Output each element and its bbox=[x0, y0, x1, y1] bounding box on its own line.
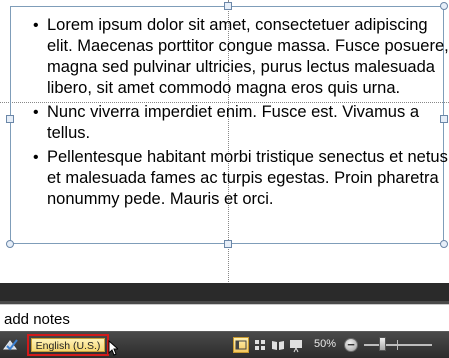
normal-view-icon bbox=[235, 340, 247, 350]
zoom-slider-thumb[interactable] bbox=[379, 337, 386, 351]
resize-handle-top[interactable] bbox=[224, 2, 232, 10]
resize-handle-bottom[interactable] bbox=[224, 240, 232, 248]
resize-handle-right[interactable] bbox=[440, 115, 448, 123]
bullet-item[interactable]: • Nunc viverra imperdiet enim. Fusce est… bbox=[33, 102, 449, 144]
normal-view-button[interactable] bbox=[233, 337, 249, 353]
content-placeholder[interactable]: • Lorem ipsum dolor sit amet, consectetu… bbox=[10, 6, 449, 244]
zoom-slider-center-mark bbox=[397, 340, 398, 350]
resize-handle-top-right[interactable] bbox=[440, 2, 448, 10]
bullet-item[interactable]: • Pellentesque habitant morbi tristique … bbox=[33, 147, 449, 210]
pane-splitter[interactable] bbox=[0, 283, 449, 301]
bullet-text[interactable]: Lorem ipsum dolor sit amet, consectetuer… bbox=[47, 16, 449, 97]
bullet-glyph: • bbox=[33, 104, 39, 121]
slide-canvas[interactable]: • Lorem ipsum dolor sit amet, consectetu… bbox=[0, 0, 449, 300]
zoom-slider-track[interactable] bbox=[364, 344, 432, 346]
resize-handle-bottom-right[interactable] bbox=[440, 240, 448, 248]
status-bar: English (U.S.) 50% − bbox=[0, 331, 449, 358]
reading-view-button[interactable] bbox=[270, 337, 286, 353]
minus-icon: − bbox=[347, 337, 355, 352]
zoom-level[interactable]: 50% bbox=[314, 338, 336, 350]
bullet-glyph: • bbox=[33, 149, 39, 166]
bullet-text[interactable]: Nunc viverra imperdiet enim. Fusce est. … bbox=[47, 103, 419, 142]
notes-placeholder[interactable]: add notes bbox=[4, 311, 70, 328]
notes-pane[interactable]: add notes bbox=[0, 304, 449, 331]
resize-handle-bottom-left[interactable] bbox=[6, 240, 14, 248]
reading-view-icon bbox=[272, 341, 284, 350]
bullet-text[interactable]: Pellentesque habitant morbi tristique se… bbox=[47, 148, 448, 208]
resize-handle-left[interactable] bbox=[6, 115, 14, 123]
slide-show-icon bbox=[290, 340, 302, 353]
bullet-list[interactable]: • Lorem ipsum dolor sit amet, consectetu… bbox=[33, 15, 449, 213]
zoom-out-button[interactable]: − bbox=[344, 338, 358, 352]
slide-show-view-button[interactable] bbox=[288, 337, 304, 353]
bullet-item[interactable]: • Lorem ipsum dolor sit amet, consectetu… bbox=[33, 15, 449, 99]
slide-sorter-icon bbox=[255, 340, 265, 350]
bullet-glyph: • bbox=[33, 17, 39, 34]
language-indicator[interactable]: English (U.S.) bbox=[27, 334, 109, 356]
spell-check-icon[interactable] bbox=[2, 337, 20, 358]
slide-sorter-view-button[interactable] bbox=[252, 337, 268, 353]
mouse-cursor-icon bbox=[108, 339, 120, 358]
language-label[interactable]: English (U.S.) bbox=[31, 338, 105, 352]
